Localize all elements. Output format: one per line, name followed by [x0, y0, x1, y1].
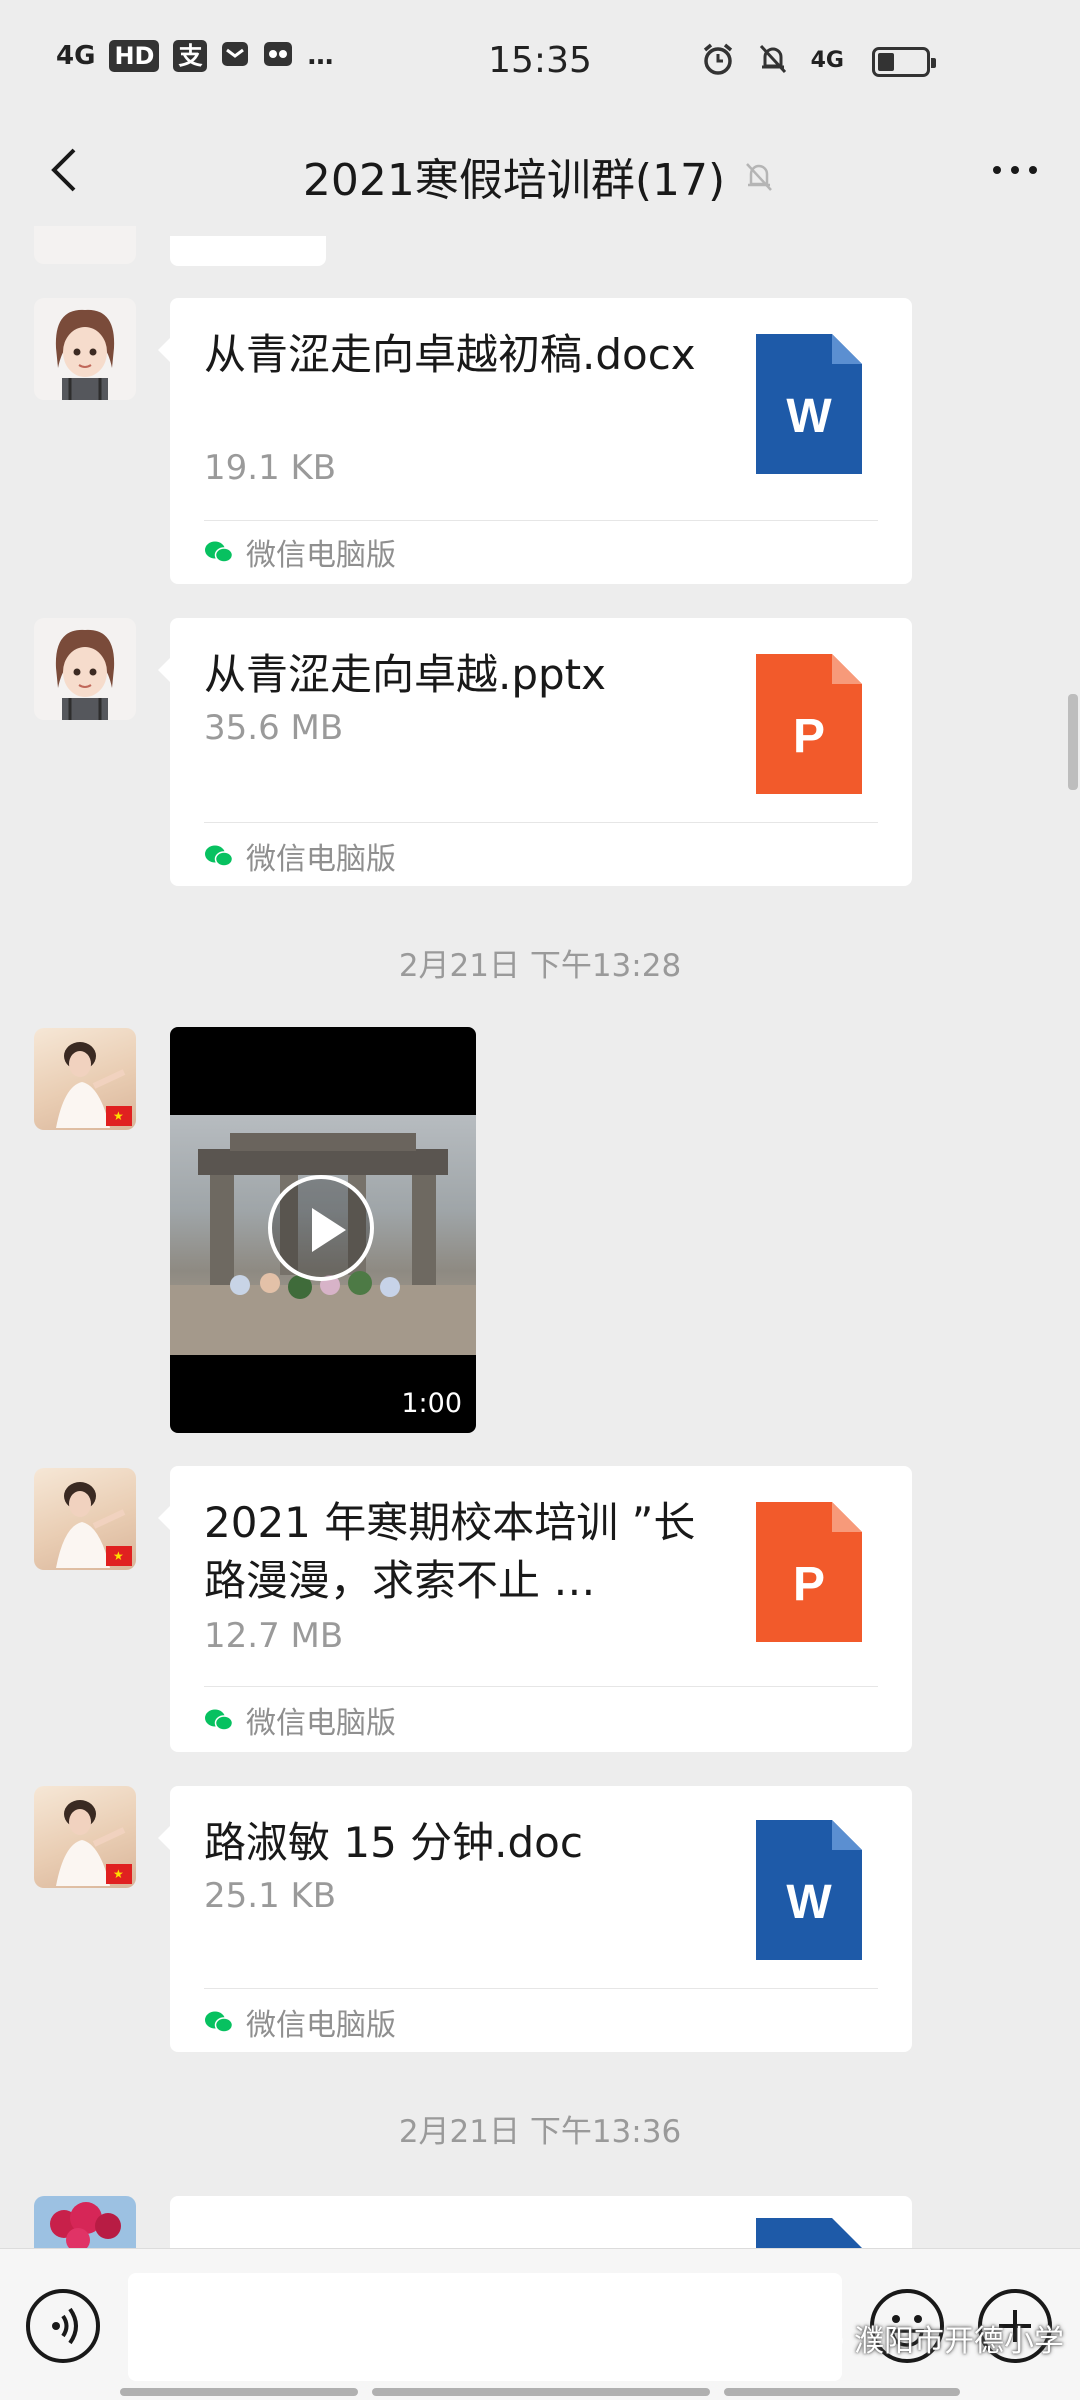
more-dot-icon [993, 166, 1001, 174]
powerpoint-icon: P [756, 1502, 862, 1642]
mute-icon [746, 163, 773, 191]
card-divider [204, 520, 878, 521]
chat-title[interactable]: 2021寒假培训群(17) [303, 144, 725, 208]
svg-text:W: W [786, 390, 832, 443]
gesture-bar [372, 2388, 710, 2396]
battery-icon [872, 47, 936, 77]
word-icon: W [756, 334, 862, 474]
file-message-card[interactable]: 从青涩走向卓越初稿.docx 19.1 KB W 微信电脑版 [158, 298, 912, 584]
gesture-bar [724, 2388, 960, 2396]
chat-header: 2021寒假培训群(17) [0, 120, 1080, 224]
file-size: 35.6 MB [204, 708, 344, 748]
file-name: 路淑敏 15 分钟.doc [204, 1818, 583, 1867]
wechat-icon [205, 1709, 234, 1731]
card-source: 微信电脑版 [204, 1698, 396, 1742]
wechat-icon [205, 2011, 234, 2033]
file-message-card[interactable]: 路淑敏 15 分钟.doc 25.1 KB W 微信电脑版 [158, 1786, 912, 2052]
voice-icon [52, 2307, 78, 2345]
file-message-card[interactable]: 2021 年寒期校本培训 ”长路漫漫，求索不止 … 12.7 MB P 微信电脑… [158, 1466, 912, 1752]
svg-text:P: P [793, 710, 825, 763]
wechat-icon [810, 2324, 843, 2351]
svg-text:★: ★ [113, 1109, 124, 1123]
svg-text:W: W [786, 1876, 832, 1929]
powerpoint-icon: P [756, 654, 862, 794]
file-size: 25.1 KB [204, 1876, 337, 1916]
more-dot-icon [1029, 166, 1037, 174]
source-label: 微信电脑版 [246, 538, 396, 573]
dancer-avatar-icon: ★ [56, 1042, 132, 1128]
account-watermark: 濮阳市开德小学 [810, 2316, 1064, 2360]
sender-avatar[interactable] [34, 2196, 136, 2248]
source-label: 微信电脑版 [246, 842, 396, 877]
message-timestamp: 2月21日 下午13:36 [398, 2114, 682, 2150]
sender-avatar[interactable] [34, 618, 136, 720]
message-timestamp: 2月21日 下午13:28 [398, 948, 682, 984]
status-right-indicators: 4G [701, 42, 844, 80]
gesture-bar [120, 2388, 358, 2396]
sender-avatar[interactable] [34, 226, 136, 264]
card-source: 微信电脑版 [204, 834, 396, 878]
sender-avatar[interactable]: ★ [34, 1468, 136, 1570]
file-size: 19.1 KB [204, 448, 337, 488]
card-source: 微信电脑版 [204, 530, 396, 574]
file-name: 从青涩走向卓越.pptx [204, 650, 606, 699]
video-duration: 1:00 [401, 1388, 462, 1419]
sender-avatar[interactable]: ★ [34, 1028, 136, 1130]
card-source: 微信电脑版 [204, 2000, 396, 2044]
source-label: 微信电脑版 [246, 2008, 396, 2043]
word-icon: W [756, 1820, 862, 1960]
dancer-avatar-icon: ★ [56, 1800, 132, 1886]
cartoon-girl-avatar-icon [55, 629, 115, 720]
message-input[interactable] [128, 2273, 842, 2381]
next-message-bubble[interactable] [170, 2196, 912, 2248]
network-4g-icon: 4G [810, 48, 844, 73]
file-size: 12.7 MB [204, 1616, 344, 1656]
file-message-card[interactable]: 从青涩走向卓越.pptx 35.6 MB P 微信电脑版 [158, 618, 912, 886]
dancer-avatar-icon: ★ [56, 1482, 132, 1568]
status-bar: 4G HD 支 … 15:35 4G [0, 0, 1080, 120]
source-label: 微信电脑版 [246, 1706, 396, 1741]
file-name: 2021 年寒期校本培训 ”长路漫漫，求索不止 … [204, 1498, 696, 1605]
word-icon [756, 2218, 862, 2248]
sender-avatar[interactable] [34, 298, 136, 400]
more-dot-icon [1011, 166, 1019, 174]
alarm-icon [701, 42, 735, 80]
more-options-button[interactable] [980, 140, 1050, 200]
watermark-text: 濮阳市开德小学 [854, 2324, 1064, 2359]
flower-avatar-icon [50, 2202, 121, 2248]
svg-text:P: P [793, 1558, 825, 1611]
sender-avatar[interactable]: ★ [34, 1786, 136, 1888]
mute-bell-icon [757, 42, 789, 80]
play-icon[interactable] [268, 1175, 374, 1281]
chat-title-container: 2021寒假培训群(17) [0, 144, 1080, 208]
card-divider [204, 1686, 878, 1687]
voice-input-button[interactable] [26, 2289, 100, 2363]
card-divider [204, 822, 878, 823]
previous-message-bubble[interactable] [170, 236, 326, 266]
svg-text:★: ★ [113, 1549, 124, 1563]
video-message[interactable]: 1:00 [170, 1027, 476, 1433]
card-divider [204, 1988, 878, 1989]
cartoon-girl-avatar-icon [55, 309, 115, 400]
scrollbar-thumb[interactable] [1068, 694, 1078, 790]
wechat-icon [205, 845, 234, 867]
svg-text:★: ★ [113, 1867, 124, 1881]
file-name: 从青涩走向卓越初稿.docx [204, 330, 696, 379]
wechat-icon [205, 541, 234, 563]
